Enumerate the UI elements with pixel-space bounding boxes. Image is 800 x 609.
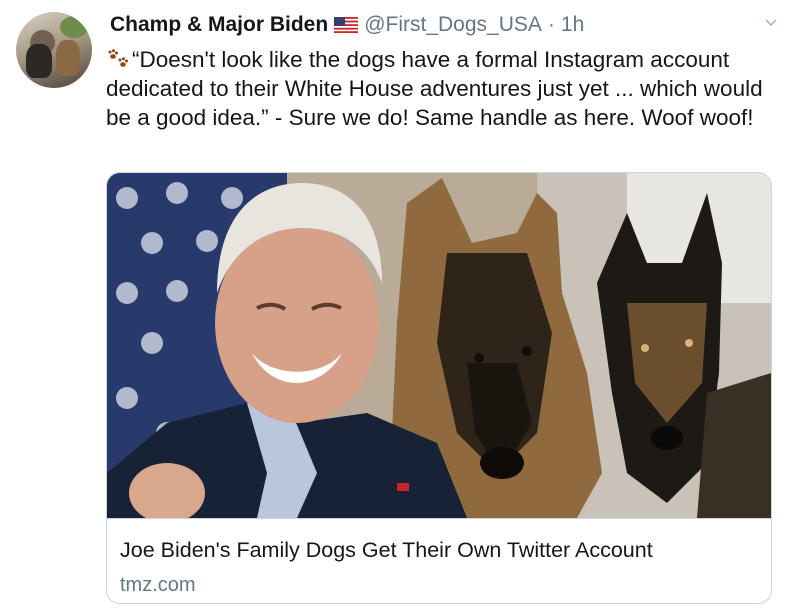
card-image[interactable]	[107, 173, 771, 518]
avatar[interactable]	[16, 12, 92, 88]
card-info[interactable]: Joe Biden's Family Dogs Get Their Own Tw…	[107, 518, 771, 603]
us-flag-icon	[334, 17, 359, 33]
avatar-dog-tan	[56, 40, 80, 76]
link-card[interactable]: Joe Biden's Family Dogs Get Their Own Tw…	[106, 172, 772, 604]
card-domain: tmz.com	[120, 574, 196, 596]
display-name[interactable]: Champ & Major Biden	[110, 13, 328, 37]
avatar-plant	[60, 16, 88, 38]
timestamp[interactable]: 1h	[561, 13, 584, 37]
tweet-header: Champ & Major Biden @First_Dogs_USA · 1h	[110, 10, 760, 40]
chevron-down-icon[interactable]	[764, 16, 778, 30]
tweet-text: “Doesn't look like the dogs have a forma…	[106, 45, 774, 132]
user-handle[interactable]: @First_Dogs_USA	[364, 13, 542, 37]
avatar-dog-dark	[26, 44, 52, 78]
paw-prints-icon	[108, 49, 128, 67]
card-title[interactable]: Joe Biden's Family Dogs Get Their Own Tw…	[120, 538, 653, 563]
tweet-body: “Doesn't look like the dogs have a forma…	[106, 47, 763, 130]
separator-dot: ·	[547, 13, 555, 36]
